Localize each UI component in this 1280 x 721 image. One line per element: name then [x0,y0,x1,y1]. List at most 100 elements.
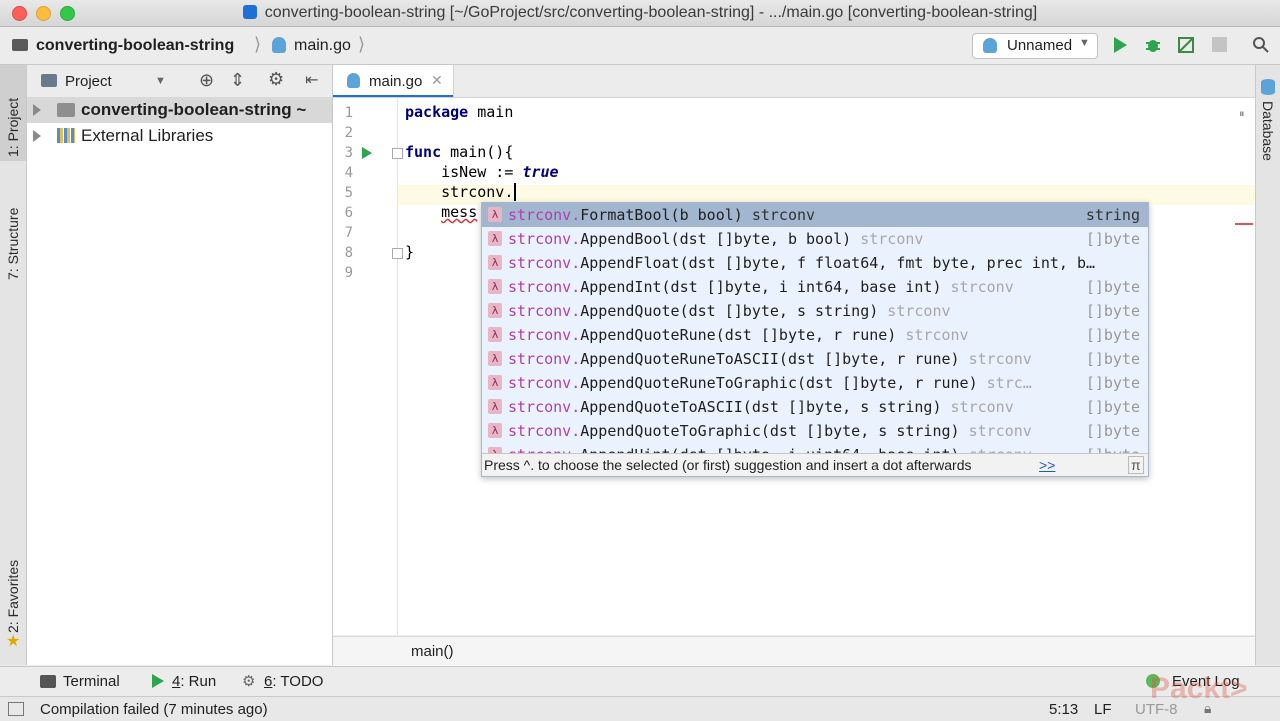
line-separator[interactable]: LF [1094,701,1112,718]
chevron-down-icon[interactable]: ▼ [155,75,166,87]
run-gutter-icon[interactable] [361,146,373,160]
tool-tab-favorites[interactable]: 2: Favorites [5,543,21,633]
line-number: 9 [344,265,353,281]
line-number: 6 [344,205,353,221]
run-configuration-select[interactable]: Unnamed ▼ [972,33,1098,59]
tool-window-terminal[interactable]: Terminal [63,673,120,690]
folder-icon [12,39,28,51]
line-number: 2 [344,125,353,141]
expand-arrow-icon[interactable] [33,130,41,142]
go-config-icon [983,38,997,53]
gear-icon[interactable]: ⚙ [268,69,284,90]
left-tool-strip: 1: Project 7: Structure 2: Favorites ★ [0,65,27,665]
breadcrumb-separator-icon: ⟩ [358,34,366,54]
code-line-5: strconv. [405,183,517,201]
project-panel: Project ▼ ⊕ ⇕ ⚙ ⇤ converting-boolean-str… [27,65,333,665]
fold-icon[interactable] [392,148,403,159]
tool-tab-database[interactable]: Database [1260,101,1276,181]
lambda-icon: λ [488,231,502,246]
lambda-icon: λ [488,303,502,318]
line-number: 4 [344,165,353,181]
project-view-icon [41,74,57,87]
project-file-icon [242,5,257,19]
line-number: 3 [344,145,353,161]
project-view-label[interactable]: Project [65,73,112,90]
editor-breadcrumb-bar: main() [333,636,1255,666]
run-configuration-label: Unnamed [1007,37,1073,54]
locate-icon[interactable]: ⊕ [199,70,214,91]
breadcrumb-separator-icon: ⟩ [254,34,262,54]
breadcrumb-project[interactable]: converting-boolean-string [36,37,234,55]
hide-panel-icon[interactable]: ⇤ [305,70,318,90]
lambda-icon: λ [488,399,502,414]
tree-item-external-libraries[interactable]: External Libraries [27,123,332,149]
window-title: converting-boolean-string [~/GoProject/s… [0,4,1280,22]
status-message: Compilation failed (7 minutes ago) [40,701,268,718]
breadcrumb-file[interactable]: main.go [294,37,351,55]
line-number: 1 [344,105,353,121]
tab-label: main.go [369,73,423,90]
status-bar: Compilation failed (7 minutes ago) 5:13 … [0,696,1280,721]
lambda-icon: λ [488,351,502,366]
completion-item[interactable]: λ strconv.AppendQuoteToGraphic(dst []byte… [482,419,1148,443]
go-file-icon [347,73,360,88]
code-line-8: } [405,243,415,261]
completion-item[interactable]: λ strconv.AppendBool(dst []byte, b bool) … [482,227,1148,251]
tool-tab-structure[interactable]: 7: Structure [5,190,21,280]
line-number: 8 [344,245,353,261]
code-completion-popup[interactable]: λ strconv.FormatBool(b bool) strconv strin… [481,202,1149,477]
completion-item[interactable]: λ strconv.AppendQuoteRune(dst []byte, r r… [482,323,1148,347]
completion-hint-link[interactable]: >> [1039,457,1055,473]
stop-icon[interactable] [1212,37,1227,52]
error-stripe-marker[interactable] [1235,223,1253,225]
terminal-icon [40,675,56,688]
pause-icon: ⏸ [1239,108,1245,120]
tree-item-project-root[interactable]: converting-boolean-string ~ [27,97,332,123]
tool-windows-toggle-icon[interactable] [8,702,24,716]
lambda-icon: λ [488,207,502,222]
lambda-icon: λ [488,423,502,438]
tool-window-run[interactable]: 4: Run [172,673,216,690]
completion-item[interactable]: λ strconv.AppendQuote(dst []byte, s strin… [482,299,1148,323]
library-icon [57,128,75,143]
lambda-icon: λ [488,279,502,294]
text-caret [514,183,517,201]
caret-position[interactable]: 5:13 [1049,701,1078,718]
completion-item[interactable]: λ strconv.FormatBool(b bool) strconv strin… [482,203,1148,227]
lambda-icon: λ [488,255,502,270]
title-bar: converting-boolean-string [~/GoProject/s… [0,0,1280,27]
tree-item-label: converting-boolean-string ~ [81,100,307,119]
todo-icon: ⚙ [242,673,256,690]
lambda-icon: λ [488,327,502,342]
code-line-6: mess [441,203,478,221]
completion-item[interactable]: λ strconv.AppendFloat(dst []byte, f float… [482,251,1148,275]
search-icon[interactable] [1252,36,1270,54]
debug-icon[interactable] [1144,36,1162,54]
tool-window-todo[interactable]: 6: TODO [264,673,323,690]
active-tab-indicator [333,95,453,97]
pi-icon[interactable]: π [1128,456,1144,474]
tool-tab-project[interactable]: 1: Project [5,77,21,157]
completion-item[interactable]: λ strconv.AppendQuoteRuneToGraphic(dst []… [482,371,1148,395]
close-tab-icon[interactable]: ✕ [431,72,443,89]
run-icon [152,674,164,688]
collapse-all-icon[interactable]: ⇕ [230,70,245,91]
completion-item[interactable]: λ strconv.AppendQuoteRuneToASCII(dst []by… [482,347,1148,371]
expand-arrow-icon[interactable] [33,104,41,116]
packt-watermark-logo: Packt> [1150,672,1248,705]
code-line-3: func main(){ [405,143,514,161]
editor-gutter: 1 2 3 4 5 6 7 8 9 [333,98,403,635]
completion-item[interactable]: λ strconv.AppendInt(dst []byte, i int64, … [482,275,1148,299]
coverage-icon[interactable] [1177,36,1195,54]
lambda-icon: λ [488,375,502,390]
editor-breadcrumb[interactable]: main() [411,643,454,660]
code-line-4: isNew := true [441,163,559,181]
completion-item[interactable]: λ strconv.AppendQuoteToASCII(dst []byte, … [482,395,1148,419]
fold-icon[interactable] [392,248,403,259]
bottom-tool-bar: Terminal 4: Run ⚙ 6: TODO Event Log [0,666,1280,696]
chevron-down-icon: ▼ [1079,37,1090,49]
project-panel-header: Project ▼ ⊕ ⇕ ⚙ ⇤ [27,65,332,98]
line-number: 5 [344,185,353,201]
run-icon[interactable] [1111,36,1129,54]
tab-main-go[interactable]: main.go ✕ [333,65,454,97]
